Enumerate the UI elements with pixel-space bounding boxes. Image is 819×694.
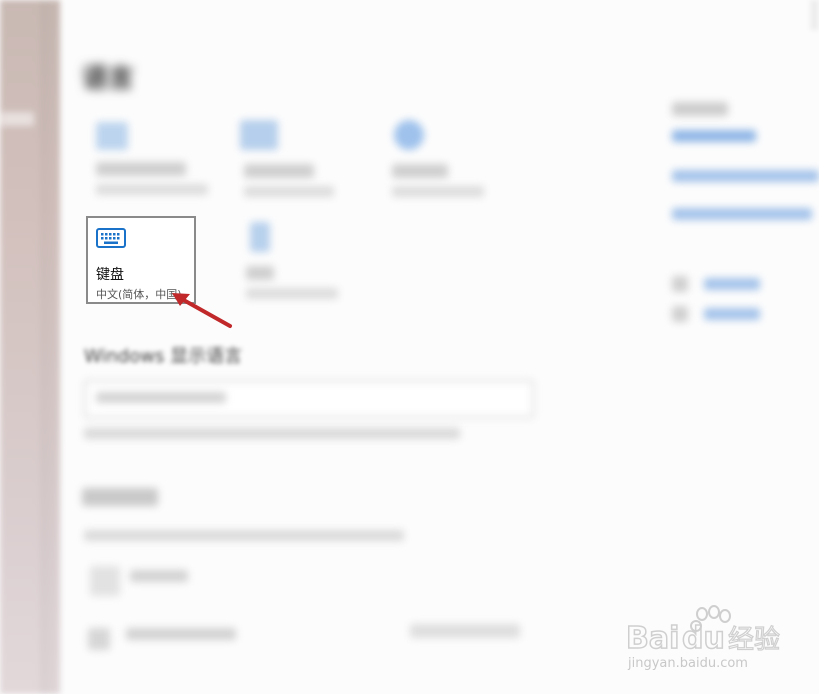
section-heading-display-language: Windows 显示语言: [84, 346, 243, 367]
add-language-icon[interactable]: [90, 566, 120, 596]
related-link[interactable]: [672, 170, 819, 182]
blurred-tile-label: [244, 164, 314, 178]
app-sidebar: [0, 0, 66, 694]
blurred-tile-icon: [394, 120, 424, 150]
svg-text:Bai: Bai: [626, 621, 679, 656]
sidebar-item-blurred[interactable]: [0, 112, 34, 126]
blurred-tile-subtitle: [96, 184, 208, 195]
blurred-tile-icon: [240, 120, 278, 150]
watermark-url: jingyan.baidu.com: [628, 656, 748, 671]
section-heading-preferred: [82, 488, 158, 506]
display-language-description: [84, 428, 460, 439]
window-edge: [810, 0, 819, 30]
baidu-watermark: Bai du 经验 jingyan.baidu.com: [624, 604, 784, 678]
blurred-tile-subtitle: [244, 186, 334, 197]
blurred-tile-subtitle: [246, 288, 338, 299]
language-item-label[interactable]: [126, 628, 236, 640]
blurred-tile-label: [246, 266, 274, 280]
feedback-icon: [672, 306, 688, 322]
svg-text:经验: 经验: [728, 625, 780, 655]
get-help-link[interactable]: [704, 278, 760, 290]
preferred-description: [84, 530, 404, 541]
feedback-link[interactable]: [704, 308, 760, 320]
related-link[interactable]: [672, 130, 756, 142]
annotation-arrow: [172, 293, 232, 328]
dropdown-value: [96, 392, 226, 403]
blurred-tile-subtitle: [392, 186, 484, 197]
keyboard-icon: [96, 228, 126, 252]
svg-text:du: du: [682, 621, 725, 656]
add-language-label[interactable]: [130, 570, 188, 582]
related-settings-heading: [672, 102, 728, 116]
related-link[interactable]: [672, 208, 812, 220]
language-item-icon: [88, 628, 110, 650]
keyboard-tile-label: 键盘: [96, 267, 124, 283]
sidebar-shadow: [40, 0, 66, 694]
blurred-tile-label: [392, 164, 448, 178]
blurred-tile-icon: [250, 222, 270, 252]
page-title: 语言: [82, 64, 135, 94]
language-item-feature-icons: [410, 624, 520, 638]
help-icon: [672, 276, 688, 292]
blurred-tile-label: [96, 162, 186, 176]
blurred-tile-icon: [96, 122, 128, 150]
